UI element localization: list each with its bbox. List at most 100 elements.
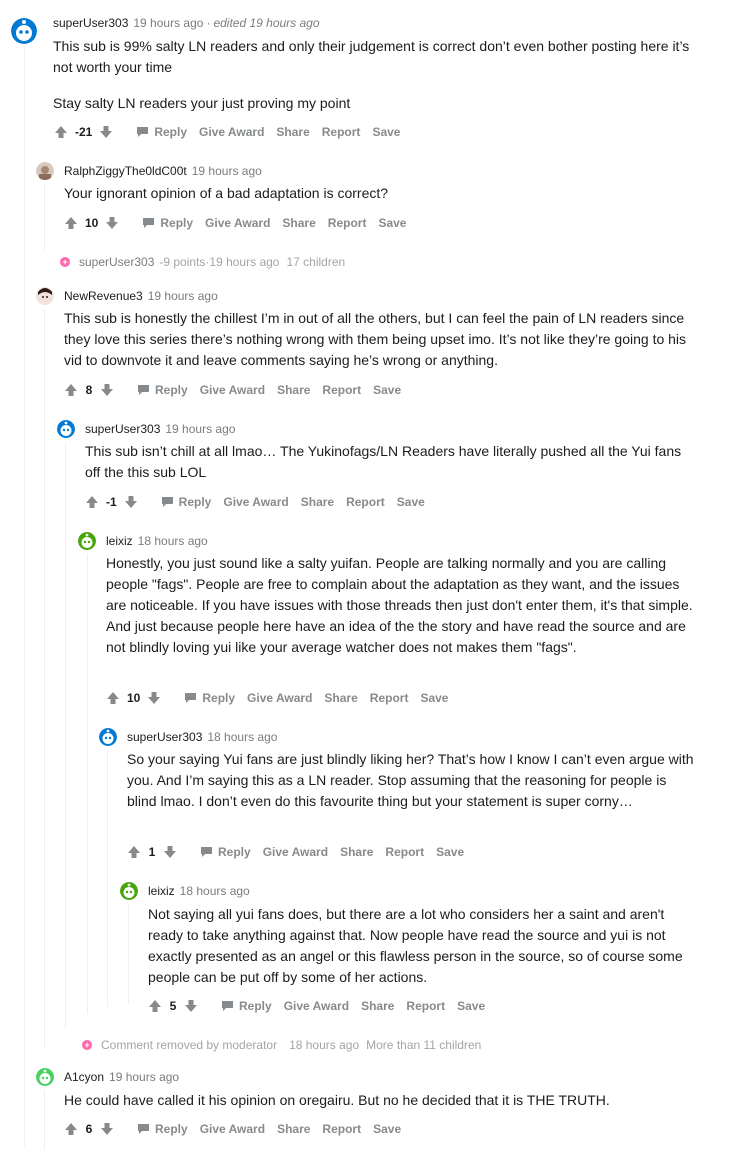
reply-button[interactable]: Reply <box>137 383 188 397</box>
upvote-icon[interactable] <box>53 124 69 140</box>
reply-button[interactable]: Reply <box>161 495 212 509</box>
thread-line[interactable] <box>87 554 88 1014</box>
reply-label: Reply <box>155 1122 188 1136</box>
username[interactable]: superUser303 <box>53 16 128 30</box>
username[interactable]: NewRevenue3 <box>64 289 143 303</box>
save-button[interactable]: Save <box>397 495 425 509</box>
report-button[interactable]: Report <box>346 495 385 509</box>
report-button[interactable]: Report <box>370 691 409 705</box>
report-button[interactable]: Report <box>322 125 361 139</box>
share-button[interactable]: Share <box>340 845 373 859</box>
save-button[interactable]: Save <box>378 216 406 230</box>
reply-button[interactable]: Reply <box>221 999 272 1013</box>
share-button[interactable]: Share <box>361 999 394 1013</box>
upvote-icon[interactable] <box>126 844 142 860</box>
save-button[interactable]: Save <box>372 125 400 139</box>
share-button[interactable]: Share <box>277 383 310 397</box>
vote-score: 5 <box>169 999 177 1013</box>
give-award-button[interactable]: Give Award <box>223 495 288 509</box>
thread-line[interactable] <box>44 309 45 1049</box>
reply-button[interactable]: Reply <box>200 845 251 859</box>
collapsed-comment[interactable]: + superUser303 -9 points · 19 hours ago 1… <box>60 254 345 270</box>
save-button[interactable]: Save <box>373 383 401 397</box>
vote-box: 10 <box>105 690 162 706</box>
give-award-button[interactable]: Give Award <box>284 999 349 1013</box>
downvote-icon[interactable] <box>123 494 139 510</box>
thread-line[interactable] <box>65 442 66 1029</box>
timestamp[interactable]: 19 hours ago <box>148 289 218 303</box>
upvote-icon[interactable] <box>63 1121 79 1137</box>
upvote-icon[interactable] <box>105 690 121 706</box>
comment-body: Honestly, you just sound like a salty yu… <box>106 553 698 658</box>
reply-button[interactable]: Reply <box>184 691 235 705</box>
username[interactable]: leixiz <box>106 534 133 548</box>
downvote-icon[interactable] <box>183 998 199 1014</box>
downvote-icon[interactable] <box>99 382 115 398</box>
report-button[interactable]: Report <box>322 383 361 397</box>
share-button[interactable]: Share <box>301 495 334 509</box>
save-button[interactable]: Save <box>420 691 448 705</box>
upvote-icon[interactable] <box>147 998 163 1014</box>
avatar[interactable] <box>11 18 37 44</box>
username[interactable]: leixiz <box>148 884 175 898</box>
comment-actions: -21 Reply Give Award Share Report Save <box>53 122 400 142</box>
expand-plus-icon[interactable]: + <box>60 257 70 267</box>
timestamp[interactable]: 18 hours ago <box>207 730 277 744</box>
downvote-icon[interactable] <box>104 215 120 231</box>
username[interactable]: superUser303 <box>85 422 160 436</box>
share-button[interactable]: Share <box>276 125 309 139</box>
give-award-button[interactable]: Give Award <box>205 216 270 230</box>
avatar[interactable] <box>57 420 75 438</box>
collapsed-comment[interactable]: + Comment removed by moderator 18 hours … <box>82 1037 481 1053</box>
vote-score: 10 <box>127 691 141 705</box>
avatar[interactable] <box>78 532 96 550</box>
username[interactable]: RalphZiggyThe0ldC00t <box>64 164 187 178</box>
thread-line[interactable] <box>44 184 45 250</box>
avatar[interactable] <box>36 162 54 180</box>
reply-button[interactable]: Reply <box>137 1122 188 1136</box>
timestamp[interactable]: 19 hours ago <box>133 16 203 30</box>
downvote-icon[interactable] <box>146 690 162 706</box>
username[interactable]: A1cyon <box>64 1070 104 1084</box>
avatar[interactable] <box>99 728 117 746</box>
avatar[interactable] <box>36 1068 54 1086</box>
give-award-button[interactable]: Give Award <box>200 1122 265 1136</box>
report-button[interactable]: Report <box>406 999 445 1013</box>
save-button[interactable]: Save <box>436 845 464 859</box>
share-button[interactable]: Share <box>277 1122 310 1136</box>
give-award-button[interactable]: Give Award <box>263 845 328 859</box>
reply-button[interactable]: Reply <box>142 216 193 230</box>
avatar[interactable] <box>36 287 54 305</box>
timestamp[interactable]: 18 hours ago <box>138 534 208 548</box>
reply-label: Reply <box>178 495 212 509</box>
username[interactable]: superUser303 <box>127 730 202 744</box>
report-button[interactable]: Report <box>385 845 424 859</box>
thread-line[interactable] <box>44 1090 45 1150</box>
timestamp[interactable]: 18 hours ago <box>180 884 250 898</box>
upvote-icon[interactable] <box>63 382 79 398</box>
report-button[interactable]: Report <box>322 1122 361 1136</box>
give-award-button[interactable]: Give Award <box>199 125 264 139</box>
thread-line[interactable] <box>107 750 108 1007</box>
save-button[interactable]: Save <box>457 999 485 1013</box>
report-button[interactable]: Report <box>328 216 367 230</box>
share-button[interactable]: Share <box>324 691 357 705</box>
reply-button[interactable]: Reply <box>136 125 187 139</box>
give-award-button[interactable]: Give Award <box>247 691 312 705</box>
expand-plus-icon[interactable]: + <box>82 1040 92 1050</box>
timestamp[interactable]: 19 hours ago <box>192 164 262 178</box>
give-award-button[interactable]: Give Award <box>200 383 265 397</box>
upvote-icon[interactable] <box>84 494 100 510</box>
downvote-icon[interactable] <box>99 1121 115 1137</box>
thread-line[interactable] <box>128 904 129 1004</box>
username[interactable]: superUser303 <box>79 254 154 270</box>
upvote-icon[interactable] <box>63 215 79 231</box>
share-button[interactable]: Share <box>282 216 315 230</box>
save-button[interactable]: Save <box>373 1122 401 1136</box>
thread-line[interactable] <box>24 46 25 1146</box>
downvote-icon[interactable] <box>162 844 178 860</box>
downvote-icon[interactable] <box>98 124 114 140</box>
avatar[interactable] <box>120 882 138 900</box>
timestamp[interactable]: 19 hours ago <box>109 1070 179 1084</box>
timestamp[interactable]: 19 hours ago <box>165 422 235 436</box>
